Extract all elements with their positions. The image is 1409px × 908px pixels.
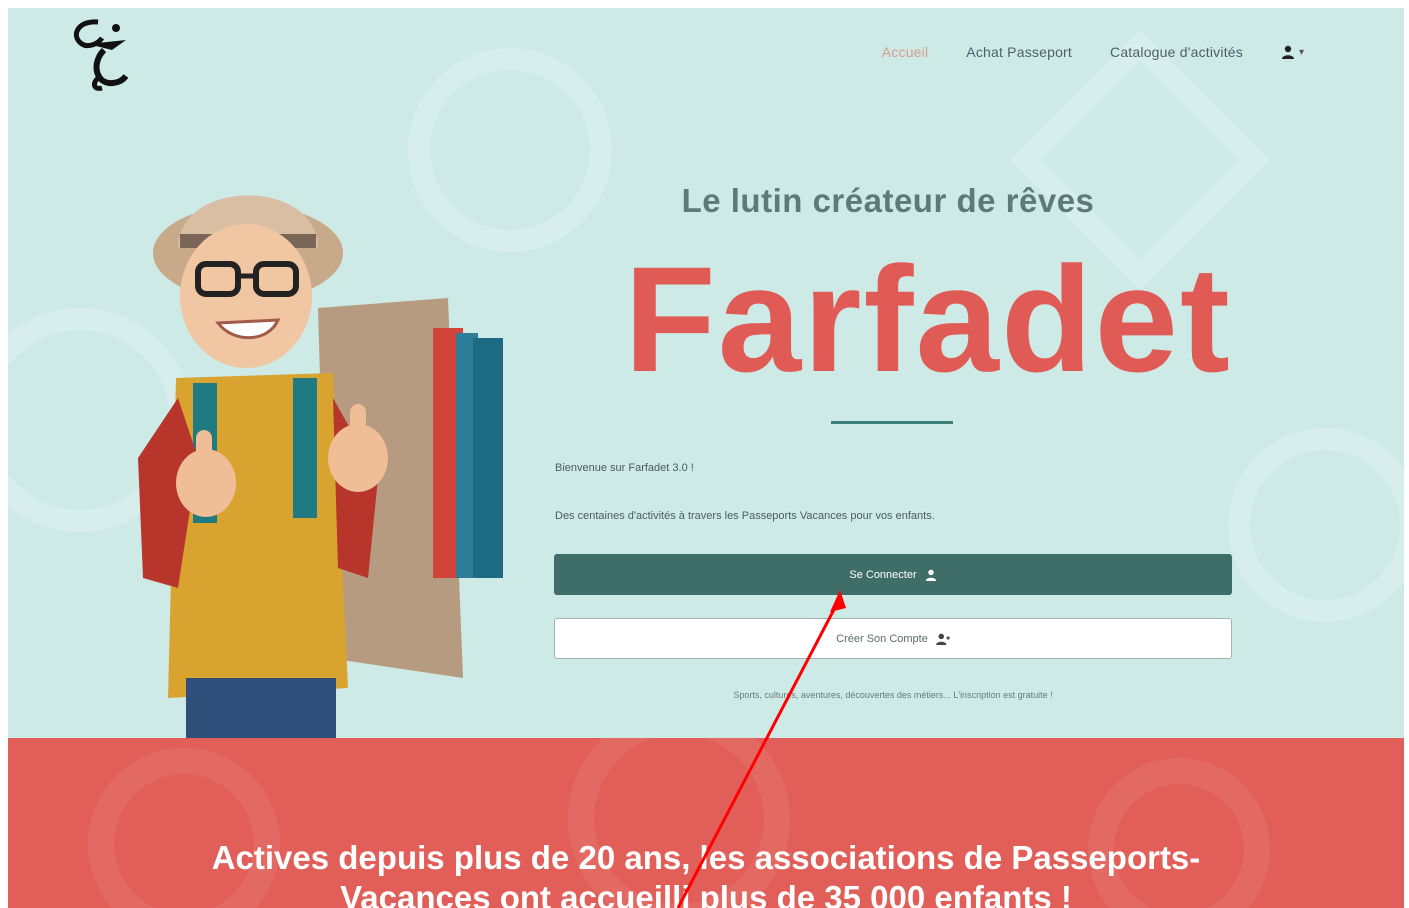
nav-home[interactable]: Accueil — [882, 44, 929, 60]
login-button-label: Se Connecter — [849, 568, 917, 581]
stats-line-1: Actives depuis plus de 20 ans, les assoc… — [211, 839, 1201, 876]
stats-line-2: Vacances ont accueilli plus de 35 000 en… — [340, 879, 1072, 908]
login-button[interactable]: Se Connecter — [554, 554, 1232, 595]
nav-buy-passport[interactable]: Achat Passeport — [966, 44, 1072, 60]
logo-icon[interactable] — [68, 14, 138, 94]
stats-text: Actives depuis plus de 20 ans, les assoc… — [8, 838, 1404, 908]
browser-viewport: Accueil Achat Passeport Catalogue d'acti… — [8, 8, 1404, 908]
description-text: Des centaines d'activités à travers les … — [555, 510, 935, 522]
nav-catalogue[interactable]: Catalogue d'activités — [1110, 44, 1243, 60]
user-icon — [1281, 45, 1294, 59]
hero-subtitle: Le lutin créateur de rêves — [681, 182, 1095, 219]
stats-banner: Actives depuis plus de 20 ans, les assoc… — [8, 738, 1404, 908]
child-with-backpack-image — [138, 195, 503, 738]
title-divider — [831, 421, 953, 424]
hero-section: Accueil Achat Passeport Catalogue d'acti… — [8, 8, 1404, 738]
decor-circle — [1228, 428, 1404, 622]
signup-note: Sports, cultures, aventures, découvertes… — [733, 690, 1053, 700]
user-icon — [925, 569, 936, 581]
register-button[interactable]: Créer Son Compte — [554, 618, 1232, 659]
user-plus-icon — [936, 633, 950, 645]
brand-title: Farfadet — [624, 235, 1232, 403]
welcome-text: Bienvenue sur Farfadet 3.0 ! — [555, 462, 694, 474]
main-nav: Accueil Achat Passeport Catalogue d'acti… — [882, 40, 1304, 64]
register-button-label: Créer Son Compte — [836, 632, 928, 645]
user-menu[interactable]: ▾ — [1281, 45, 1304, 59]
caret-down-icon: ▾ — [1298, 46, 1304, 58]
